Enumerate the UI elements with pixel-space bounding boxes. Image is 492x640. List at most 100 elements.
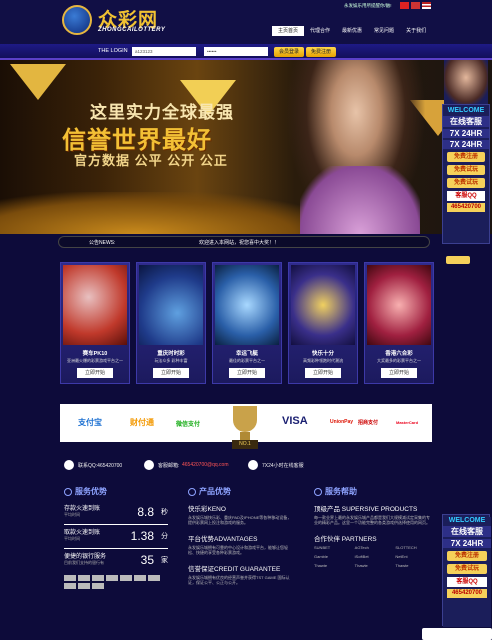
nav-about[interactable]: 关于我们 bbox=[400, 26, 432, 36]
floating-service-panel: WELCOME 在线客服 7X 24HR 7X 24HR 免费注册 免费试玩 免… bbox=[442, 104, 490, 244]
bank-logo bbox=[120, 575, 132, 581]
contact-service: 7X24小时在线客服 bbox=[262, 463, 304, 469]
product-title: 快乐彩KENO bbox=[188, 506, 226, 513]
nav-faq[interactable]: 常见问题 bbox=[368, 26, 400, 36]
bottom-toolbar[interactable] bbox=[422, 628, 492, 640]
top-link[interactable]: 永发娱乐用所提醒你/触! bbox=[344, 3, 392, 9]
lottery-balls-image bbox=[139, 265, 203, 345]
welcome-label: WELCOME bbox=[448, 517, 486, 524]
hero-banner[interactable]: 这里实力全球最强 信誉世界最好 官方数据 公平 公开 公正 bbox=[0, 60, 492, 234]
start-button[interactable]: 立即开始 bbox=[305, 368, 341, 378]
stat-sub: 平均时间 bbox=[64, 536, 80, 541]
trophy-icon: NO.1 bbox=[228, 404, 262, 452]
game-name: 幸运飞艇 bbox=[235, 351, 258, 357]
bank-logos bbox=[64, 575, 168, 589]
partner-logos: SUNBET AGTech SLOTTECH Gamble iSoftBet N… bbox=[314, 545, 432, 568]
contact-qq[interactable]: 联系QQ:465420700 bbox=[78, 462, 122, 469]
bank-logo bbox=[106, 575, 118, 581]
partners-title: 合作伙伴 PARTNERS bbox=[314, 536, 377, 543]
contact-email-label: 客服邮箱: bbox=[158, 463, 180, 469]
nav-home[interactable]: 主页首页 bbox=[272, 26, 305, 36]
bingo-crown-image bbox=[291, 265, 355, 345]
floating-service-panel-bottom: WELCOME 在线客服 7X 24HR 免费注册 免费试玩 客服QQ 4654… bbox=[442, 514, 491, 627]
password-input[interactable]: •••••• bbox=[204, 47, 268, 56]
start-button[interactable]: 立即开始 bbox=[229, 368, 265, 378]
superior-desc: 每一款业界上最的永发娱乐城产品都是我们大规模减试定采集的专业的精彩产品。这里一个… bbox=[314, 515, 430, 525]
side-qq-button[interactable]: 客服QQ bbox=[447, 191, 485, 201]
stat-value: 35 bbox=[140, 553, 154, 567]
welcome-label: WELCOME bbox=[447, 107, 485, 114]
game-cards: 赛车PK10 亚洲最火爆的彩票游戏平台之一 立即开始 重庆时时彩 玩法众多 彩种… bbox=[60, 262, 434, 384]
partner-logo: NetEnt bbox=[395, 554, 408, 559]
nav-agent[interactable]: 代理合作 bbox=[304, 26, 336, 36]
side-trial-button[interactable]: 免费试玩 bbox=[447, 564, 487, 574]
section-title: 服务优势 bbox=[64, 486, 174, 497]
partner-logo: Thawte bbox=[395, 563, 409, 568]
bingo-balls-image bbox=[63, 265, 127, 345]
game-card[interactable]: 赛车PK10 亚洲最火爆的彩票游戏平台之一 立即开始 bbox=[60, 262, 130, 384]
game-desc: 最佳的彩票平台之一 bbox=[229, 358, 265, 363]
superior-title: 顶级产品 SUPERSIVE PRODUCTS bbox=[314, 506, 418, 513]
partner-logo: SLOTTECH bbox=[395, 545, 417, 550]
side-register-button[interactable]: 免费注册 bbox=[447, 551, 487, 561]
site-logo[interactable]: 众彩网 ZHONGCAILOTTERY bbox=[62, 5, 182, 37]
hours-label: 7X 24HR bbox=[443, 129, 489, 138]
start-button[interactable]: 立即开始 bbox=[381, 368, 417, 378]
tenpay-logo: 财付通 bbox=[130, 418, 154, 427]
speedboat-image bbox=[215, 265, 279, 345]
side-qq-button[interactable]: 客服QQ bbox=[447, 577, 487, 587]
game-desc: 大奖最多的彩票平台之一 bbox=[377, 358, 421, 363]
bank-logo bbox=[64, 583, 76, 589]
footer: 服务优势 存款火速到账 平均时间 8.8 秒 取款火速到账 平均时间 1.38 … bbox=[60, 486, 432, 626]
section-title: 服务帮助 bbox=[314, 486, 432, 497]
game-name: 香港六合彩 bbox=[385, 351, 413, 357]
bank-logo bbox=[64, 575, 76, 581]
stat-unit: 家 bbox=[161, 557, 168, 564]
username-input[interactable]: a123123 bbox=[132, 47, 196, 56]
partner-logo: Gamble bbox=[314, 554, 329, 559]
news-text[interactable]: 欢迎进入本网站，祝您喜中大奖！！ bbox=[199, 239, 279, 246]
bank-logo bbox=[92, 583, 104, 589]
game-card[interactable]: 重庆时时彩 玩法众多 彩种丰富 立即开始 bbox=[136, 262, 206, 384]
usa-flag-icon[interactable] bbox=[422, 2, 431, 9]
game-card[interactable]: 幸运飞艇 最佳的彩票平台之一 立即开始 bbox=[212, 262, 282, 384]
china-flag-icon[interactable] bbox=[400, 2, 409, 9]
side-register-button[interactable]: 免费注册 bbox=[447, 152, 485, 162]
merchant-pay-logo: 招商支付 bbox=[358, 420, 379, 426]
qq-icon bbox=[64, 460, 74, 470]
stat-sub: 目前我们支持的银行有 bbox=[64, 560, 104, 565]
game-name: 快乐十分 bbox=[311, 351, 334, 357]
side-trial-button[interactable]: 免费试玩 bbox=[447, 178, 485, 188]
clock-icon bbox=[248, 460, 258, 470]
game-desc: 高频彩种领跑时代潮流 bbox=[303, 358, 343, 363]
stat-title: 存款火速到账 bbox=[64, 506, 101, 512]
side-trial-button[interactable]: 免费试玩 bbox=[447, 165, 485, 175]
login-button[interactable]: 会员登录 bbox=[274, 47, 304, 57]
product-desc: 永发娱乐城快乐彩、重庆PAD及IPHONE等各种移动设备，提供彩票网上投注和游戏… bbox=[188, 515, 292, 525]
logo-en: ZHONGCAILOTTERY bbox=[98, 27, 166, 33]
main-nav: 主页首页 代理合作 最新优惠 常见问题 关于我们 bbox=[272, 26, 432, 36]
game-desc: 玩法众多 彩种丰富 bbox=[154, 358, 188, 363]
stat-unit: 秒 bbox=[161, 509, 168, 516]
bank-stat: 便捷的银行服务 目前我们支持的银行有 35 家 bbox=[64, 551, 168, 573]
partner-logo: iSoftBet bbox=[354, 554, 369, 559]
start-button[interactable]: 立即开始 bbox=[77, 368, 113, 378]
collapse-toggle-button[interactable] bbox=[446, 256, 470, 264]
start-button[interactable]: 立即开始 bbox=[153, 368, 189, 378]
logo-badge-icon bbox=[62, 5, 92, 35]
nav-promotions[interactable]: 最新优惠 bbox=[336, 26, 368, 36]
help-icon bbox=[314, 487, 322, 496]
game-card[interactable]: 香港六合彩 大奖最多的彩票平台之一 立即开始 bbox=[364, 262, 434, 384]
hongkong-flag-icon[interactable] bbox=[411, 2, 420, 9]
stat-value: 8.8 bbox=[137, 505, 154, 519]
wechatpay-logo: 微信支付 bbox=[176, 422, 201, 428]
service-help: 服务帮助 顶级产品 SUPERSIVE PRODUCTS 每一款业界上最的永发娱… bbox=[314, 486, 432, 626]
register-button[interactable]: 免费注册 bbox=[306, 47, 336, 57]
side-qq-number: 465420700 bbox=[447, 203, 485, 212]
side-qq-number: 465420700 bbox=[447, 589, 487, 598]
login-label: THE LOGIN bbox=[98, 48, 128, 54]
withdraw-stat: 取款火速到账 平均时间 1.38 分 bbox=[64, 527, 168, 549]
game-desc: 亚洲最火爆的彩票游戏平台之一 bbox=[67, 358, 123, 363]
game-card[interactable]: 快乐十分 高频彩种领跑时代潮流 立即开始 bbox=[288, 262, 358, 384]
contact-email[interactable]: 465420700@qq.com bbox=[182, 462, 229, 468]
